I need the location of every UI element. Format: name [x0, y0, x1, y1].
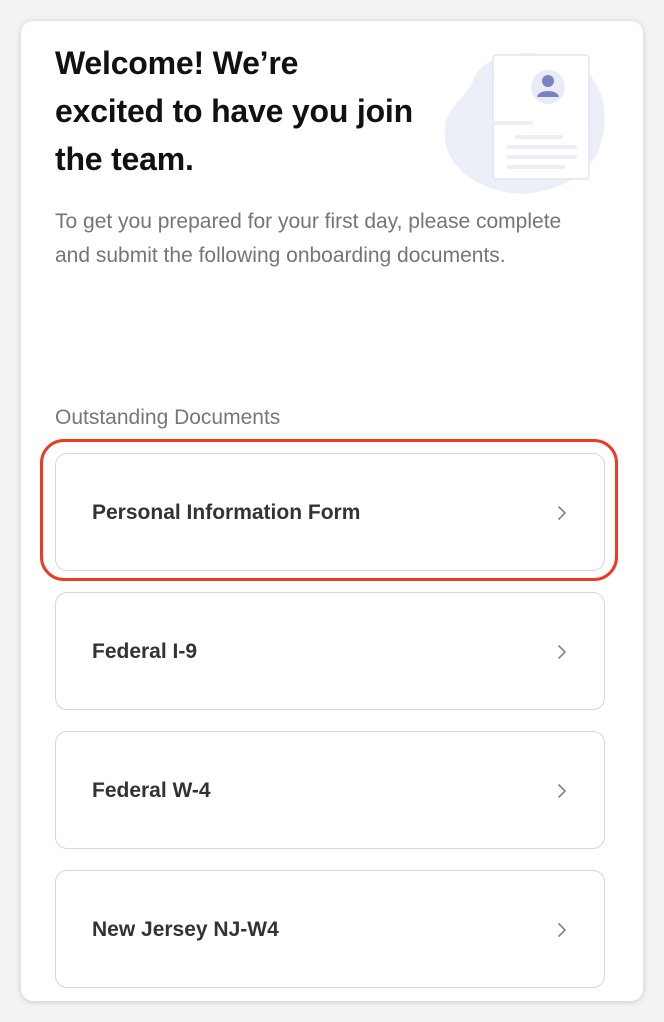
document-item-federal-w4[interactable]: Federal W-4 [55, 731, 605, 849]
document-item-new-jersey-nj-w4[interactable]: New Jersey NJ-W4 [55, 870, 605, 988]
resume-document-icon [444, 53, 605, 194]
document-item-label: Federal W-4 [92, 779, 211, 802]
onboarding-card: Welcome! We’re excited to have you join … [21, 21, 643, 1001]
intro-text: To get you prepared for your first day, … [55, 210, 562, 267]
chevron-right-icon [558, 923, 566, 937]
document-item-federal-i9[interactable]: Federal I-9 [55, 592, 605, 710]
document-item-label: Personal Information Form [92, 501, 361, 524]
document-item-label: New Jersey NJ-W4 [92, 918, 279, 941]
document-illustration [441, 41, 611, 201]
page-title: Welcome! We’re excited to have you join … [55, 45, 413, 177]
chevron-right-icon [558, 784, 566, 798]
chevron-right-icon [558, 506, 566, 520]
document-item-label: Federal I-9 [92, 640, 198, 663]
outstanding-documents-heading: Outstanding Documents [55, 406, 281, 429]
chevron-right-icon [558, 645, 566, 659]
document-item-personal-information-form[interactable]: Personal Information Form [55, 453, 605, 571]
